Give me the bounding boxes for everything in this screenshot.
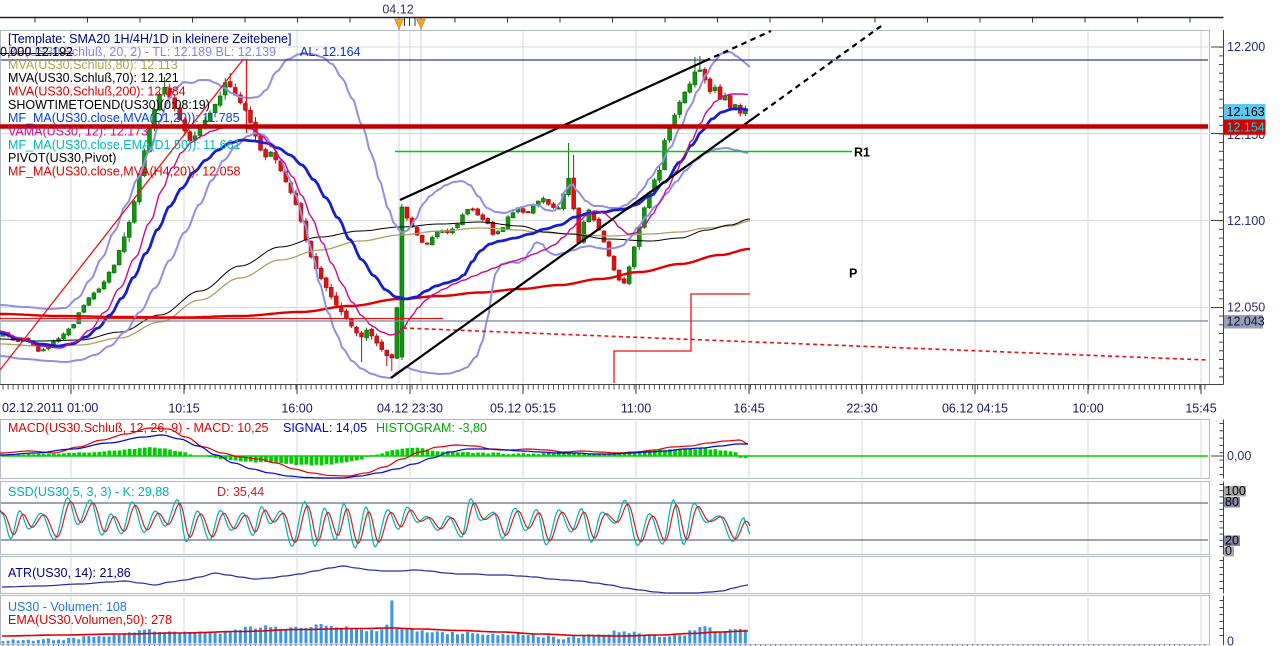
svg-text:MF_MA(US30.close,MVA(D1,20)):: MF_MA(US30.close,MVA(D1,20)): 11.785 bbox=[8, 111, 240, 125]
svg-text:0: 0 bbox=[1225, 544, 1232, 558]
svg-text:MACD(US30.Schluß, 12, 26, 9) -: MACD(US30.Schluß, 12, 26, 9) - MACD: 10,… bbox=[8, 421, 269, 435]
svg-text:EMA(US30.Volumen,50): 278: EMA(US30.Volumen,50): 278 bbox=[8, 613, 172, 627]
svg-text:12.043: 12.043 bbox=[1227, 315, 1265, 329]
svg-text:MVA(US30.Schluß,80): 12.113: MVA(US30.Schluß,80): 12.113 bbox=[8, 58, 178, 72]
svg-text:SSD(US30,5, 3, 3) - K: 29,88: SSD(US30,5, 3, 3) - K: 29,88 bbox=[8, 485, 169, 499]
svg-text:12.154: 12.154 bbox=[1227, 121, 1265, 135]
svg-text:P: P bbox=[849, 267, 857, 281]
svg-text:16:45: 16:45 bbox=[733, 402, 764, 416]
svg-text:06.12 04:15: 06.12 04:15 bbox=[942, 402, 1008, 416]
svg-text:R1: R1 bbox=[854, 146, 870, 160]
svg-text:11:00: 11:00 bbox=[621, 402, 651, 416]
svg-text:MVA(US30.Schluß,200): 12.084: MVA(US30.Schluß,200): 12.084 bbox=[8, 85, 186, 99]
svg-text:ATR(US30, 14): 21,86: ATR(US30, 14): 21,86 bbox=[8, 566, 131, 580]
svg-text:PIVOT(US30,Pivot): PIVOT(US30,Pivot) bbox=[8, 151, 116, 165]
svg-text:12.050: 12.050 bbox=[1227, 301, 1265, 315]
svg-text:0,00: 0,00 bbox=[1227, 449, 1251, 463]
svg-text:05.12 05:15: 05.12 05:15 bbox=[490, 402, 556, 416]
svg-text:12.100: 12.100 bbox=[1227, 214, 1265, 228]
svg-text:D: 35,44: D: 35,44 bbox=[217, 485, 264, 499]
svg-text:SHOWTIMETOEND(US30)(0:08:19): SHOWTIMETOEND(US30)(0:08:19) bbox=[8, 98, 210, 112]
svg-text:10:15: 10:15 bbox=[168, 402, 199, 416]
svg-text:04.12: 04.12 bbox=[382, 3, 413, 17]
svg-text:12.200: 12.200 bbox=[1227, 40, 1265, 54]
svg-text:0: 0 bbox=[1227, 635, 1234, 646]
svg-text:04.12 23:30: 04.12 23:30 bbox=[377, 402, 443, 416]
svg-text:22:30: 22:30 bbox=[846, 402, 877, 416]
svg-text:VAMA(US30, 12): 12.173: VAMA(US30, 12): 12.173 bbox=[8, 125, 148, 139]
svg-text:12.163: 12.163 bbox=[1227, 105, 1265, 119]
svg-text:SIGNAL: 14,05: SIGNAL: 14,05 bbox=[283, 421, 367, 435]
svg-text:US30 - Volumen: 108: US30 - Volumen: 108 bbox=[8, 600, 127, 614]
svg-text:16:00: 16:00 bbox=[281, 402, 312, 416]
svg-text:AL: 12.164: AL: 12.164 bbox=[300, 45, 361, 59]
svg-text:[Template: SMA20 1H/4H/1D in k: [Template: SMA20 1H/4H/1D in kleinere Ze… bbox=[8, 32, 291, 46]
svg-text:0,000 12.192: 0,000 12.192 bbox=[0, 45, 73, 59]
svg-text:10:00: 10:00 bbox=[1072, 402, 1103, 416]
svg-text:15:45: 15:45 bbox=[1185, 402, 1216, 416]
svg-text:HISTOGRAM: -3,80: HISTOGRAM: -3,80 bbox=[376, 421, 487, 435]
svg-text:MVA(US30.Schluß,70): 12.121: MVA(US30.Schluß,70): 12.121 bbox=[8, 71, 179, 85]
svg-text:80: 80 bbox=[1225, 495, 1239, 509]
svg-text:02.12.2011 01:00: 02.12.2011 01:00 bbox=[2, 401, 98, 415]
svg-text:MF_MA(US30.close,EMA(D1,50)):: MF_MA(US30.close,EMA(D1,50)): 11.661 bbox=[8, 138, 241, 152]
svg-text:MF_MA(US30.close,MVA(H4,20)):: MF_MA(US30.close,MVA(H4,20)): 12.058 bbox=[8, 165, 241, 179]
